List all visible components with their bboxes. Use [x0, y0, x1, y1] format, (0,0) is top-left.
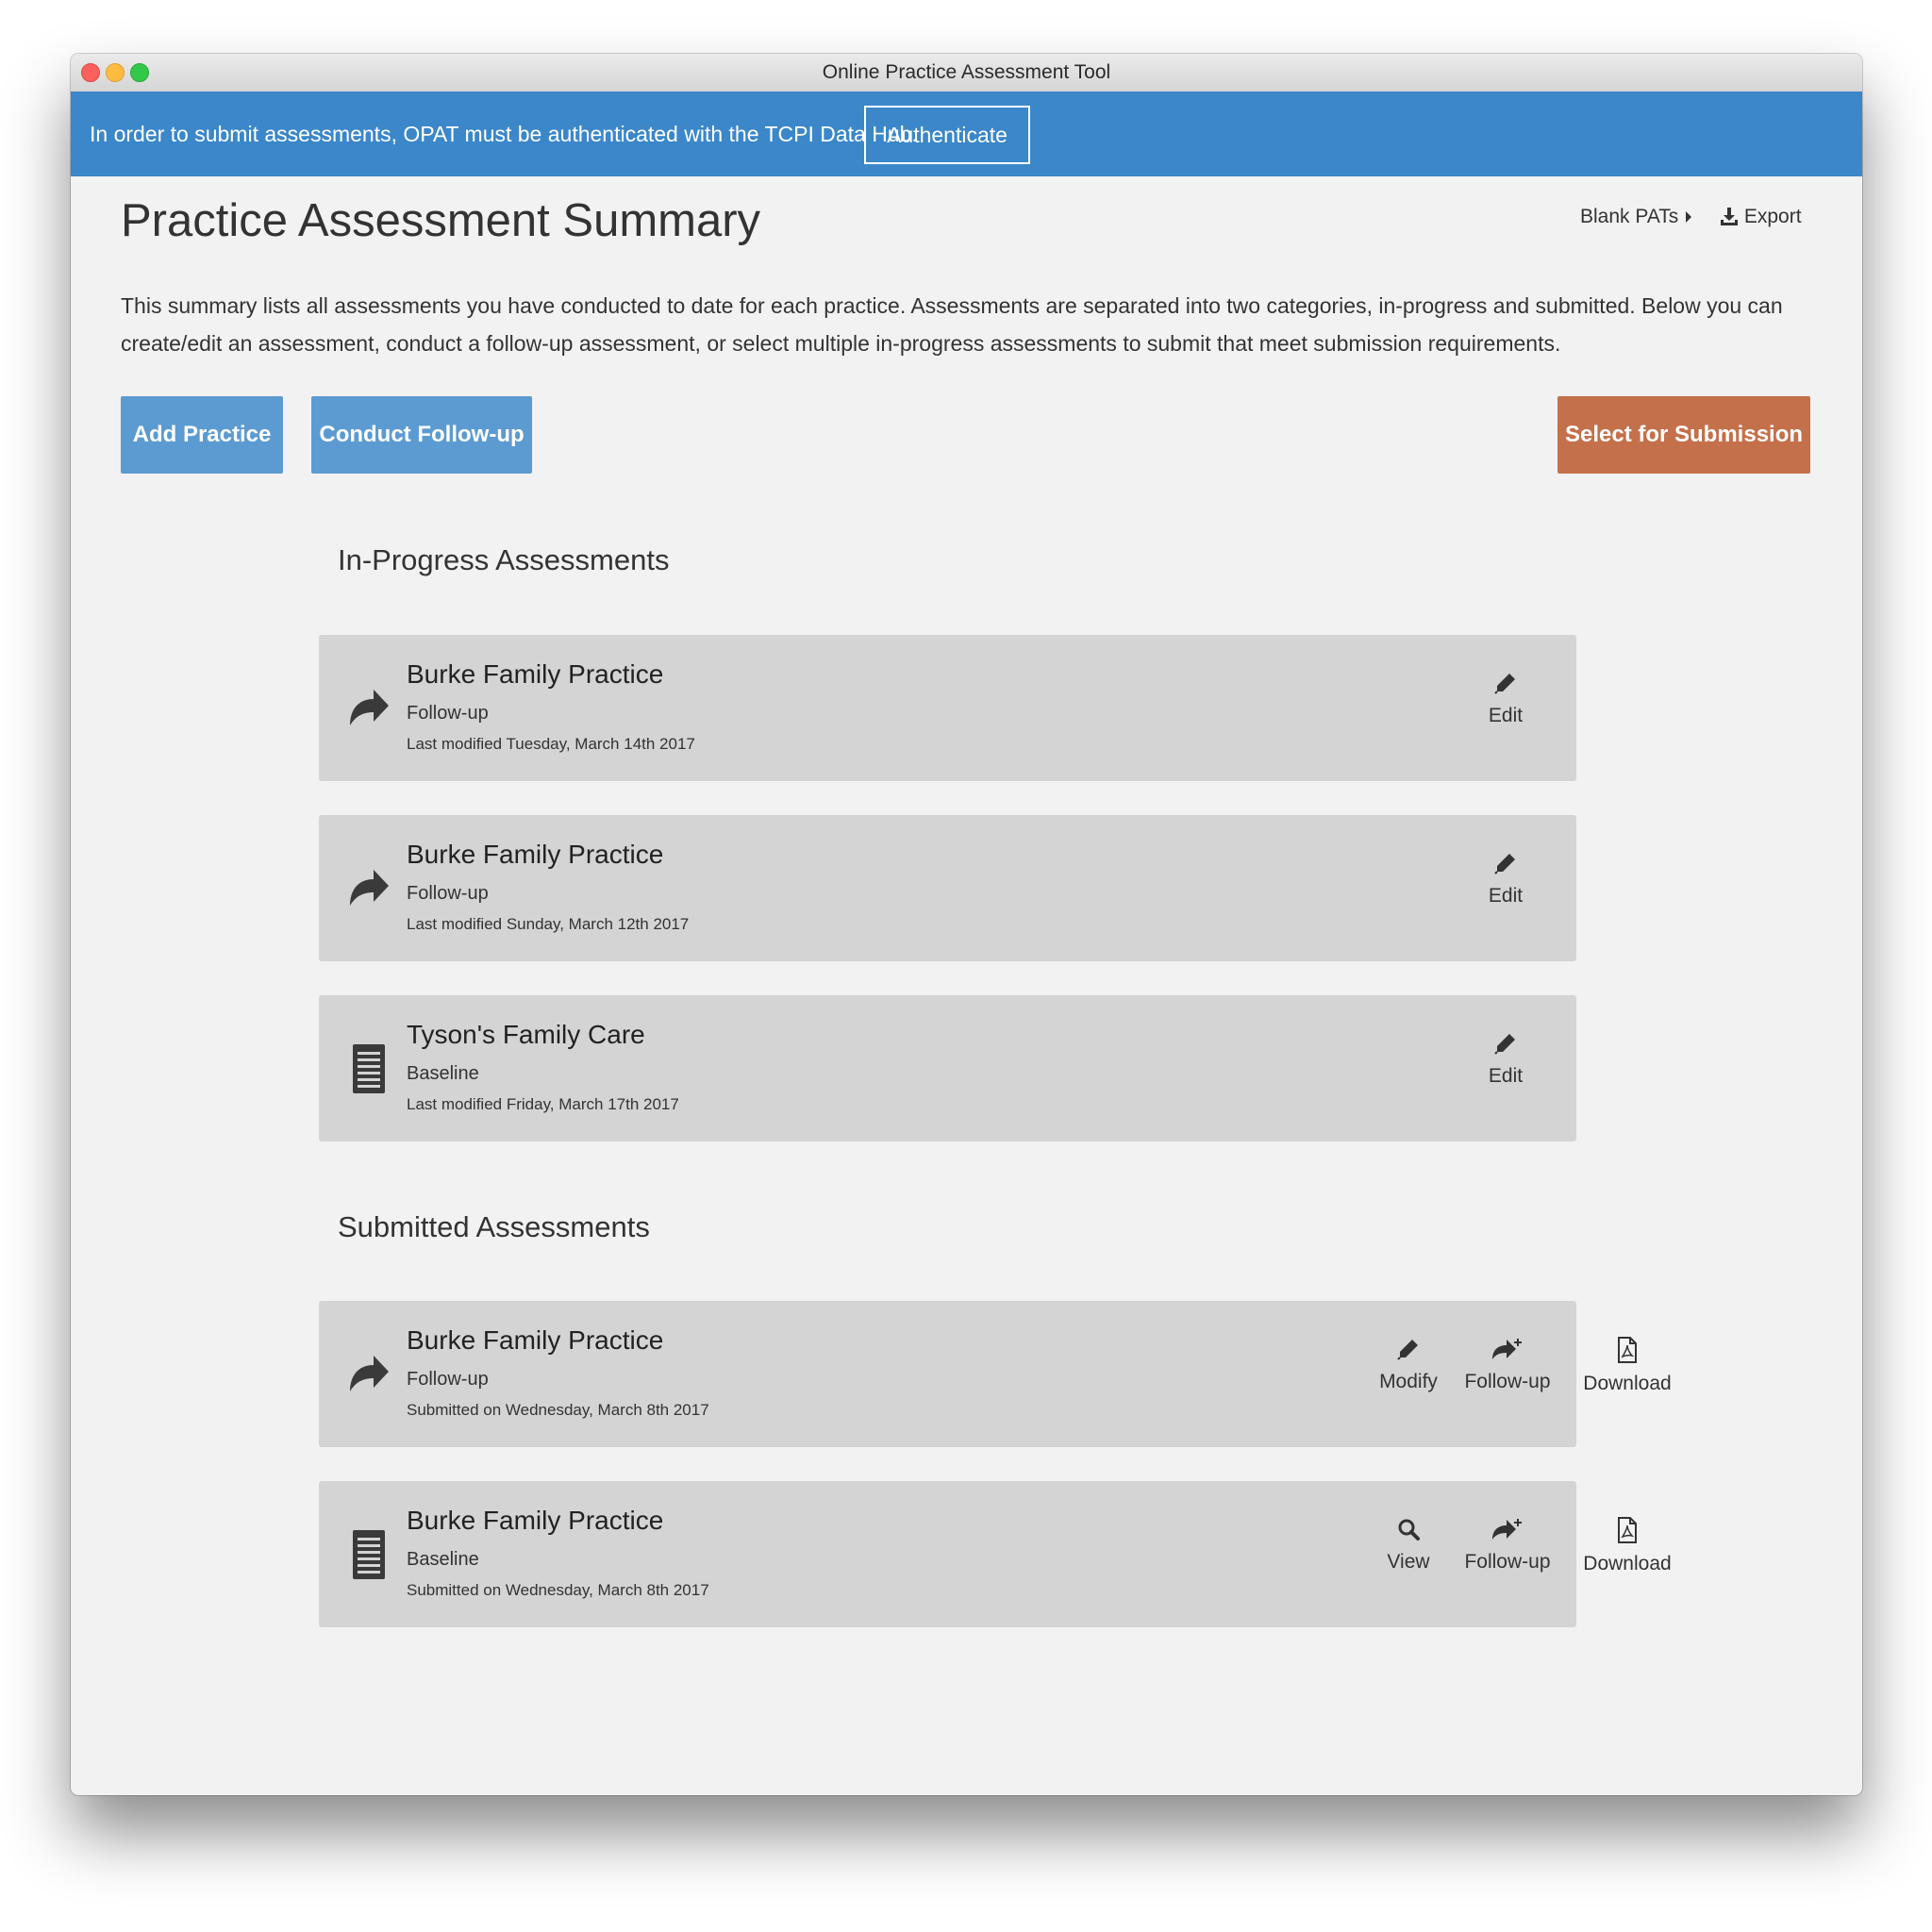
modify-button[interactable]: Modify: [1357, 1337, 1460, 1412]
practice-name: Tyson's Family Care: [407, 1020, 645, 1049]
download-icon: [1721, 208, 1738, 226]
download-button[interactable]: Download: [1575, 1337, 1679, 1412]
assessment-type: Follow-up: [407, 883, 489, 904]
in-progress-card: Tyson's Family Care Baseline Last modifi…: [319, 995, 1576, 1141]
in-progress-section-title: In-Progress Assessments: [338, 543, 670, 576]
window-title: Online Practice Assessment Tool: [822, 61, 1111, 83]
authenticate-button[interactable]: Authenticate: [864, 106, 1030, 164]
share-arrow-icon: [350, 690, 389, 725]
modify-label: Modify: [1379, 1371, 1438, 1392]
intro-text: This summary lists all assessments you h…: [121, 293, 1783, 356]
share-arrow-icon: [350, 1356, 389, 1391]
pencil-icon: [1494, 674, 1515, 694]
submitted-card: Burke Family Practice Baseline Submitted…: [319, 1481, 1672, 1627]
edit-button[interactable]: Edit: [1454, 851, 1557, 926]
edit-label: Edit: [1488, 705, 1524, 726]
list-document-icon: [353, 1044, 385, 1093]
followup-label: Follow-up: [1464, 1371, 1551, 1392]
app-window: Online Practice Assessment Tool In order…: [71, 54, 1862, 1795]
magnifier-icon: [1398, 1519, 1420, 1541]
followup-label: Follow-up: [1464, 1551, 1551, 1573]
edit-label: Edit: [1488, 885, 1524, 907]
export-link[interactable]: Export: [1720, 200, 1802, 234]
last-modified-date: Last modified Tuesday, March 14th 2017: [407, 735, 695, 753]
blank-pats-link[interactable]: Blank PATs: [1580, 200, 1693, 234]
pencil-icon: [1494, 1034, 1515, 1055]
auth-banner-message: In order to submit assessments, OPAT mus…: [90, 122, 918, 146]
assessment-type: Follow-up: [407, 703, 489, 724]
add-practice-button[interactable]: Add Practice: [121, 396, 283, 474]
edit-label: Edit: [1488, 1065, 1524, 1087]
submitted-card: Burke Family Practice Follow-up Submitte…: [319, 1301, 1672, 1447]
edit-button[interactable]: Edit: [1454, 671, 1557, 746]
export-label: Export: [1743, 206, 1802, 227]
followup-button[interactable]: Follow-up: [1456, 1337, 1559, 1412]
followup-plus-icon: [1492, 1339, 1522, 1359]
download-button[interactable]: Download: [1575, 1517, 1679, 1592]
select-for-submission-button[interactable]: Select for Submission: [1557, 396, 1810, 474]
blank-pats-label: Blank PATs: [1580, 206, 1679, 227]
followup-button[interactable]: Follow-up: [1456, 1517, 1559, 1592]
assessment-type: Baseline: [407, 1063, 479, 1084]
download-label: Download: [1583, 1373, 1672, 1394]
pdf-file-icon: [1618, 1517, 1637, 1543]
view-button[interactable]: View: [1357, 1517, 1460, 1592]
list-document-icon: [353, 1530, 385, 1579]
assessment-type: Baseline: [407, 1549, 479, 1570]
page-title: Practice Assessment Summary: [121, 195, 761, 246]
submitted-date: Submitted on Wednesday, March 8th 2017: [407, 1401, 709, 1419]
auth-banner: In order to submit assessments, OPAT mus…: [71, 92, 1862, 176]
caret-right-icon: [1686, 211, 1692, 224]
in-progress-card: Burke Family Practice Follow-up Last mod…: [319, 635, 1576, 781]
view-label: View: [1387, 1551, 1430, 1573]
practice-name: Burke Family Practice: [407, 1325, 664, 1355]
in-progress-card: Burke Family Practice Follow-up Last mod…: [319, 815, 1576, 961]
download-label: Download: [1583, 1553, 1672, 1574]
submitted-date: Submitted on Wednesday, March 8th 2017: [407, 1581, 709, 1599]
practice-name: Burke Family Practice: [407, 1506, 664, 1535]
last-modified-date: Last modified Friday, March 17th 2017: [407, 1095, 679, 1113]
practice-name: Burke Family Practice: [407, 659, 664, 689]
practice-name: Burke Family Practice: [407, 840, 664, 869]
pencil-icon: [1397, 1340, 1418, 1360]
pencil-icon: [1494, 854, 1515, 874]
pdf-file-icon: [1618, 1337, 1637, 1363]
submitted-section-title: Submitted Assessments: [338, 1210, 650, 1243]
share-arrow-icon: [350, 870, 389, 906]
followup-plus-icon: [1492, 1519, 1522, 1540]
assessment-type: Follow-up: [407, 1369, 489, 1390]
edit-button[interactable]: Edit: [1454, 1031, 1557, 1107]
title-bar: Online Practice Assessment Tool: [71, 54, 1862, 92]
last-modified-date: Last modified Sunday, March 12th 2017: [407, 915, 690, 933]
conduct-followup-button[interactable]: Conduct Follow-up: [311, 396, 532, 474]
